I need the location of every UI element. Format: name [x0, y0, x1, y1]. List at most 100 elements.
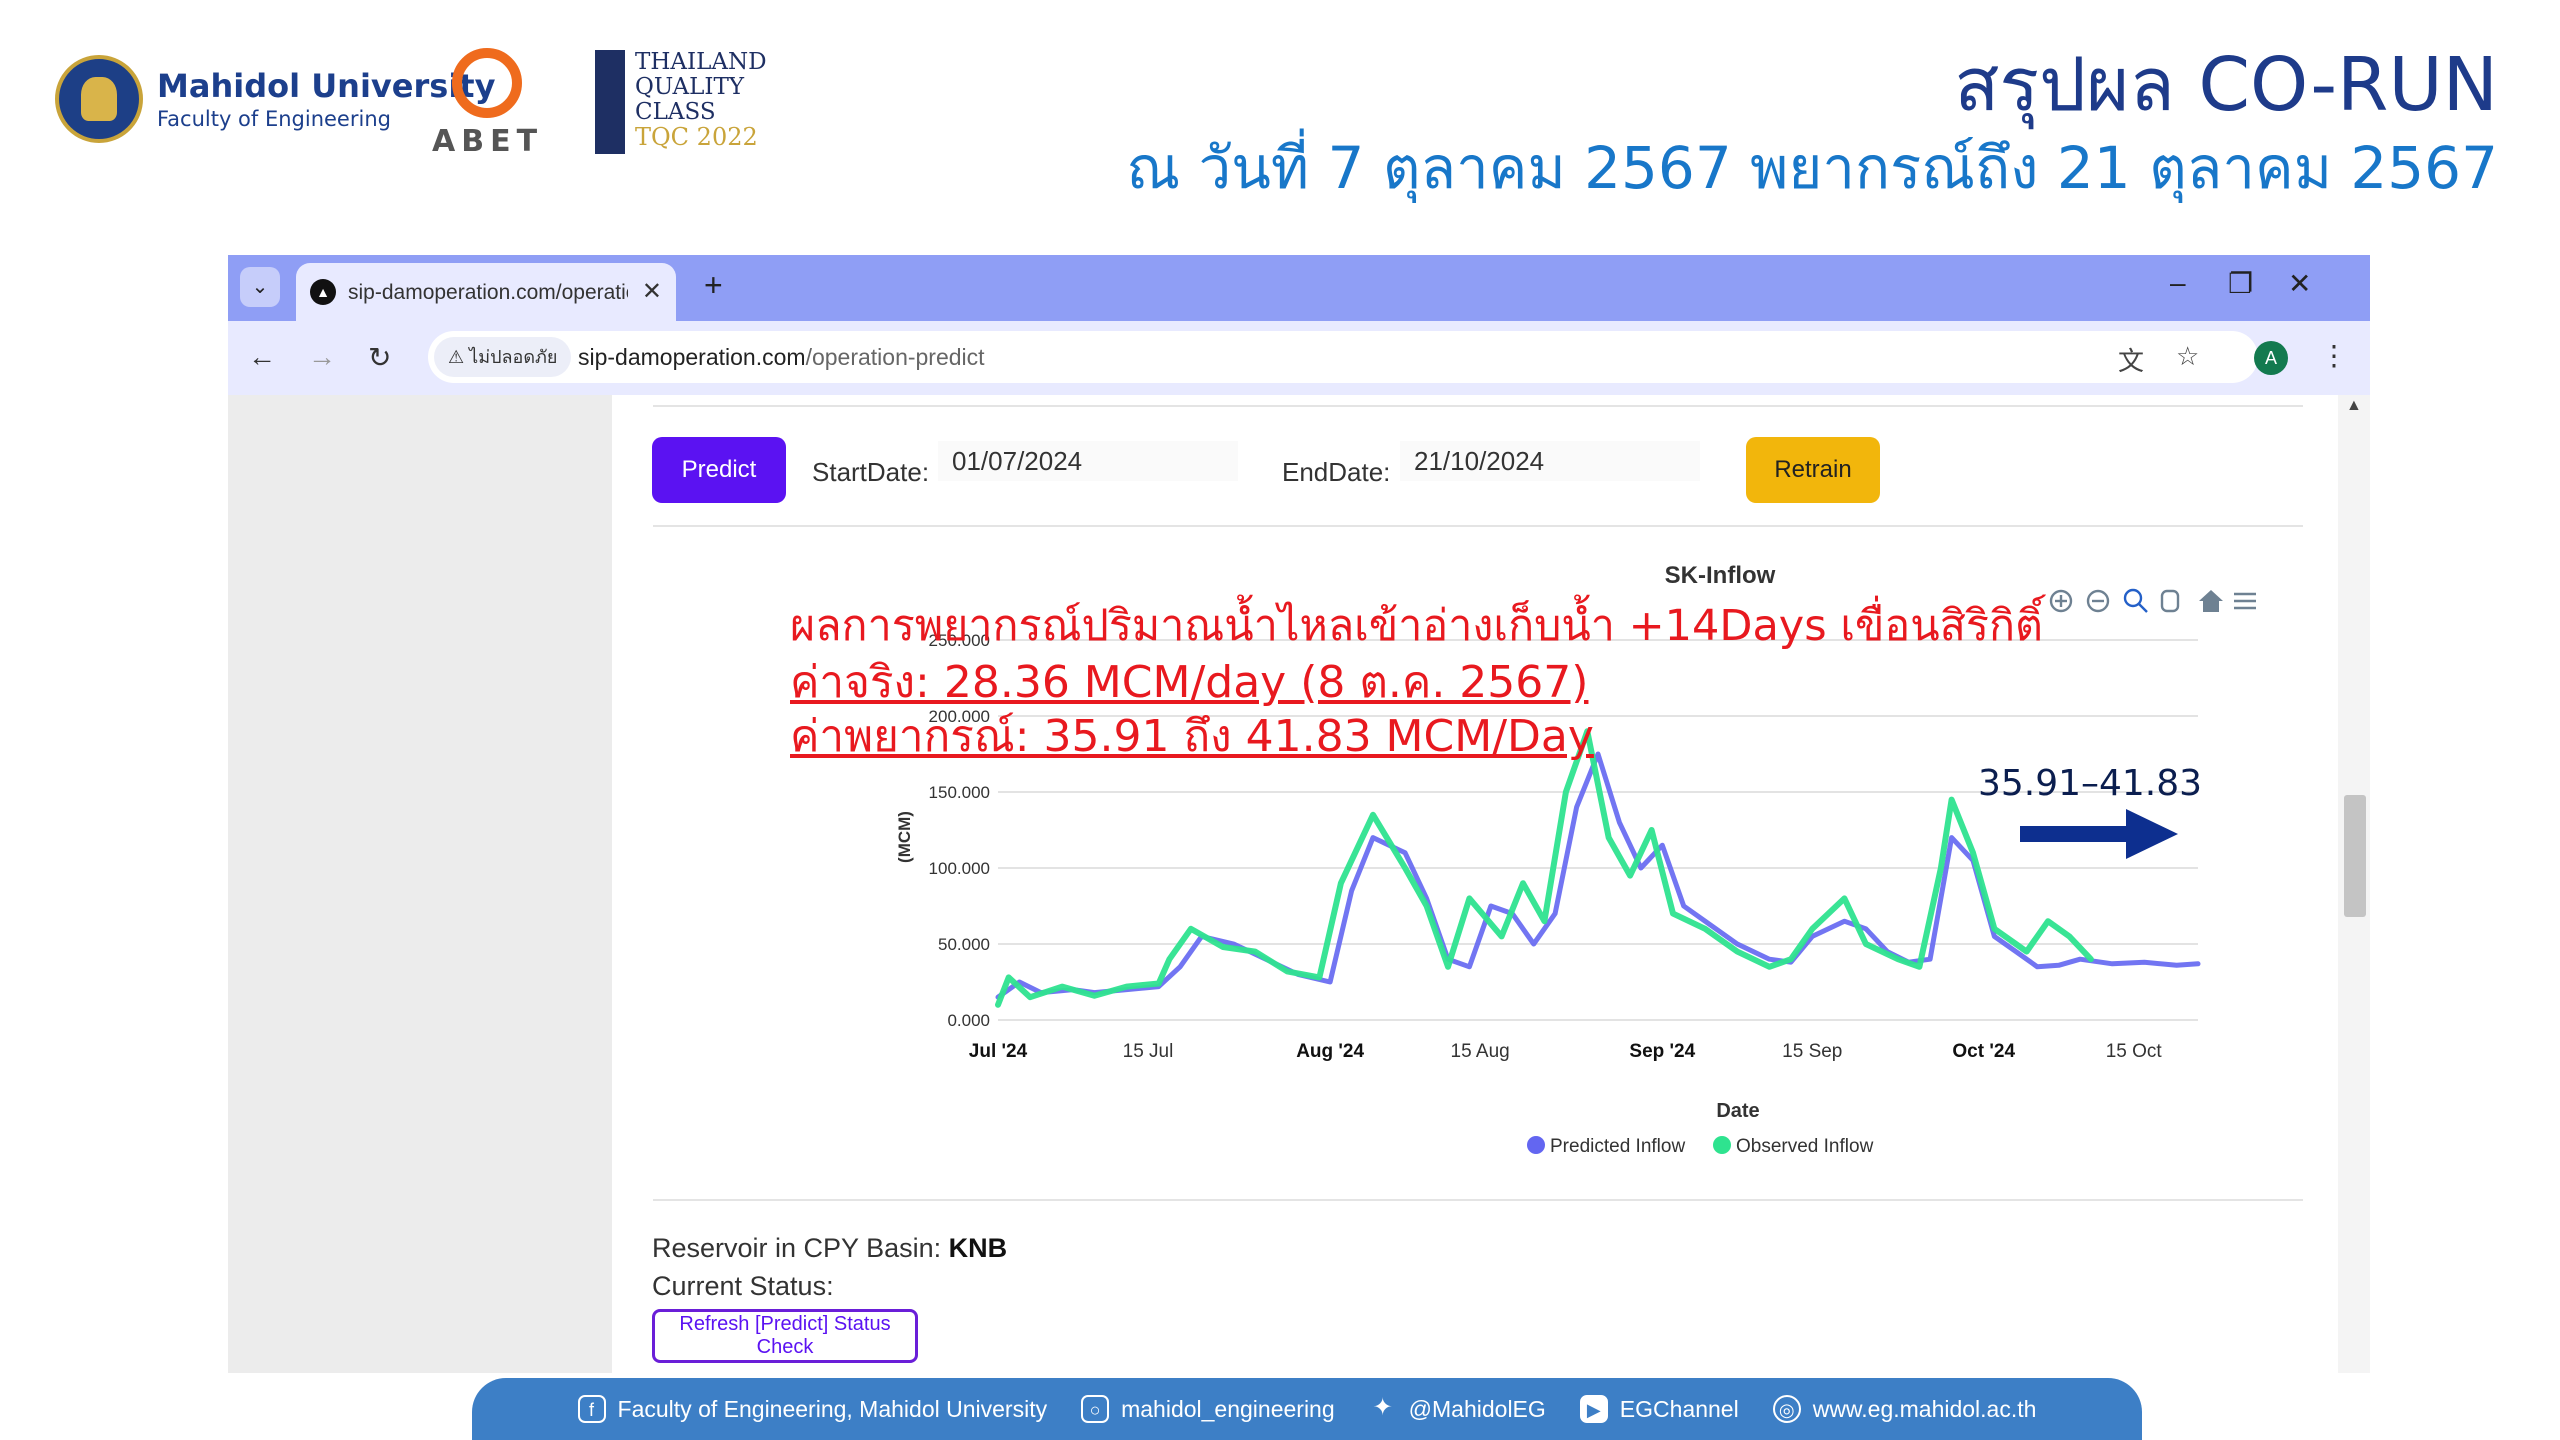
start-date-input[interactable] — [938, 441, 1238, 481]
abet-logo: ABET — [432, 48, 542, 159]
divider — [653, 525, 2303, 527]
menu-icon[interactable] — [2234, 592, 2256, 610]
y-tick-label: 100.000 — [929, 859, 990, 878]
bookmark-star-icon[interactable]: ☆ — [2176, 341, 2199, 372]
reload-icon[interactable]: ↻ — [368, 341, 391, 374]
tab-search-dropdown[interactable]: ⌄ — [240, 267, 280, 307]
facebook-icon: f — [577, 1395, 606, 1423]
y-tick-label: 50.000 — [938, 935, 990, 954]
slide-title: สรุปผล CO-RUN — [1954, 42, 2498, 128]
x-tick-label: Jul '24 — [969, 1041, 1028, 1062]
forecast-range-label: 35.91–41.83 — [1978, 763, 2202, 804]
tqc-emblem-icon — [595, 50, 625, 154]
browser-window: ⌄ ▲ sip-damoperation.com/operation-predi… — [228, 255, 2370, 1373]
footer-website[interactable]: ◎ www.eg.mahidol.ac.th — [1772, 1395, 2037, 1423]
end-date-label: EndDate: — [1282, 457, 1391, 487]
x-tick-label: 15 Jul — [1123, 1041, 1174, 1062]
predict-button[interactable]: Predict — [652, 437, 786, 503]
reservoir-value: KNB — [948, 1233, 1008, 1263]
instagram-icon: ○ — [1081, 1395, 1110, 1423]
refresh-status-button[interactable]: Refresh [Predict] Status Check — [652, 1309, 918, 1363]
back-icon[interactable]: ← — [248, 341, 276, 373]
chart-legend: Predicted Inflow Observed Inflow — [1527, 1136, 1874, 1157]
tab-title: sip-damoperation.com/operation-predict — [348, 281, 628, 304]
university-seal-icon — [55, 55, 143, 143]
address-bar: ← → ↻ ⚠ ไม่ปลอดภัย sip-damoperation.com/… — [228, 321, 2370, 395]
legend-label-observed: Observed Inflow — [1736, 1136, 1874, 1157]
youtube-icon: ▶ — [1579, 1395, 1608, 1423]
tqc-line3: CLASS — [635, 99, 716, 125]
start-date-label: StartDate: — [812, 457, 930, 487]
x-tick-label: 15 Sep — [1782, 1041, 1842, 1062]
zoom-in-icon[interactable] — [2049, 589, 2073, 613]
forward-icon[interactable]: → — [308, 341, 336, 373]
x-tick-label: Aug '24 — [1296, 1041, 1364, 1062]
retrain-button[interactable]: Retrain — [1746, 437, 1880, 503]
selection-zoom-icon[interactable] — [2123, 588, 2148, 613]
active-tab[interactable]: ▲ sip-damoperation.com/operation-predict… — [296, 263, 676, 321]
restore-icon[interactable]: ❐ — [2228, 267, 2253, 300]
browser-menu-icon[interactable]: ⋮ — [2320, 339, 2348, 372]
globe-icon: ◎ — [1772, 1395, 1801, 1423]
pan-hand-icon[interactable] — [2160, 589, 2180, 613]
slide-footer: f Faculty of Engineering, Mahidol Univers… — [472, 1378, 2142, 1440]
tqc-logo: THAILAND QUALITY CLASS TQC 2022 — [595, 50, 767, 154]
chart-title: SK-Inflow — [1665, 562, 1776, 589]
twitter-icon: ✦ — [1372, 1394, 1393, 1421]
slide-title-block: สรุปผล CO-RUN ณ วันที่ 7 ตุลาคม 2567 พยา… — [1126, 40, 2498, 206]
legend-marker-predicted — [1527, 1136, 1545, 1154]
insecure-label: ไม่ปลอดภัย — [469, 347, 558, 367]
slide-subtitle: ณ วันที่ 7 ตุลาคม 2567 พยากรณ์ถึง 21 ตุล… — [1126, 134, 2498, 202]
x-tick-label: Oct '24 — [1952, 1041, 2015, 1062]
profile-avatar[interactable]: A — [2254, 341, 2288, 375]
url-host: sip-damoperation.com — [578, 344, 806, 370]
footer-youtube-label: EGChannel — [1619, 1395, 1739, 1422]
left-sidebar — [228, 395, 612, 1373]
x-axis-title: Date — [1716, 1100, 1759, 1122]
footer-twitter[interactable]: ✦ @MahidolEG — [1369, 1395, 1546, 1423]
footer-youtube[interactable]: ▶ EGChannel — [1579, 1395, 1739, 1423]
site-info-chip[interactable]: ⚠ ไม่ปลอดภัย — [434, 337, 572, 377]
forecast-arrow — [2020, 809, 2178, 859]
legend-label-predicted: Predicted Inflow — [1550, 1136, 1685, 1157]
warning-icon: ⚠ — [448, 347, 465, 367]
legend-item-observed[interactable]: Observed Inflow — [1713, 1136, 1874, 1157]
mahidol-logo: Mahidol University Faculty of Engineerin… — [55, 55, 495, 143]
url-path: /operation-predict — [805, 344, 985, 370]
legend-marker-observed — [1713, 1136, 1731, 1154]
new-tab-button[interactable]: + — [704, 267, 723, 304]
abet-label: ABET — [432, 124, 544, 159]
url-text[interactable]: sip-damoperation.com/operation-predict — [578, 344, 985, 371]
tab-close-icon[interactable]: ✕ — [642, 277, 662, 306]
reset-home-icon[interactable] — [2199, 590, 2223, 612]
scrollbar-thumb[interactable] — [2344, 795, 2366, 917]
footer-website-label: www.eg.mahidol.ac.th — [1812, 1395, 2037, 1422]
footer-instagram-label: mahidol_engineering — [1121, 1395, 1335, 1422]
page-content: ▲ Predict StartDate: EndDate: Retrain 0.… — [228, 395, 2370, 1373]
divider — [653, 405, 2303, 407]
footer-instagram[interactable]: ○ mahidol_engineering — [1081, 1395, 1335, 1423]
scroll-up-icon[interactable]: ▲ — [2346, 397, 2362, 415]
tqc-line2: QUALITY — [635, 74, 745, 100]
y-axis-title: (MCM) — [895, 811, 914, 863]
x-tick-label: 15 Oct — [2106, 1041, 2163, 1062]
abet-ring-icon — [452, 48, 522, 118]
x-tick-label: 15 Aug — [1451, 1041, 1510, 1062]
x-tick-label: Sep '24 — [1629, 1041, 1695, 1062]
omnibox[interactable]: ⚠ ไม่ปลอดภัย sip-damoperation.com/operat… — [428, 331, 2258, 383]
reservoir-line: Reservoir in CPY Basin: KNB — [652, 1233, 1007, 1264]
divider — [653, 1199, 2303, 1201]
chart-toolbar — [2049, 588, 2256, 613]
footer-twitter-label: @MahidolEG — [1408, 1395, 1546, 1422]
site-favicon-icon: ▲ — [310, 279, 336, 305]
zoom-out-icon[interactable] — [2086, 589, 2110, 613]
end-date-input[interactable] — [1400, 441, 1700, 481]
translate-icon[interactable]: 文 — [2118, 341, 2144, 378]
footer-facebook-label: Faculty of Engineering, Mahidol Universi… — [617, 1395, 1048, 1422]
footer-facebook[interactable]: f Faculty of Engineering, Mahidol Univers… — [577, 1395, 1048, 1423]
tqc-year: TQC 2022 — [635, 123, 758, 151]
minimize-icon[interactable]: – — [2170, 267, 2186, 299]
window-close-icon[interactable]: ✕ — [2288, 267, 2311, 300]
annotation-forecast: ค่าพยากรณ์: 35.91 ถึง 41.83 MCM/Day — [790, 711, 1594, 762]
legend-item-predicted[interactable]: Predicted Inflow — [1527, 1136, 1685, 1157]
